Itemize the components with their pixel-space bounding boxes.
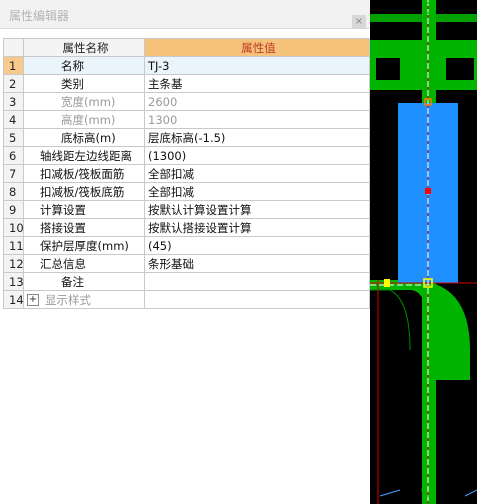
- foundation-opening: [376, 58, 400, 80]
- row-number: 5: [3, 128, 24, 147]
- row-number: 8: [3, 182, 24, 201]
- property-row-lap-settings[interactable]: 10 搭接设置 按默认搭接设置计算: [3, 218, 370, 237]
- property-row-axis-offset[interactable]: 6 轴线距左边线距离 (1300): [3, 146, 370, 165]
- property-row-bottom-elevation[interactable]: 5 底标高(m) 层底标高(-1.5): [3, 128, 370, 147]
- property-label: 底标高(m): [23, 128, 145, 147]
- property-grid: 属性名称 属性值 1 名称 TJ-3 2 类别 主条基 3 宽度(mm) 260…: [3, 38, 370, 309]
- row-number: 10: [3, 218, 24, 237]
- row-number: 2: [3, 74, 24, 93]
- row-number: 11: [3, 236, 24, 255]
- window-title: 属性编辑器: [9, 9, 70, 23]
- property-row-category[interactable]: 2 类别 主条基: [3, 74, 370, 93]
- property-value-input[interactable]: TJ-3: [144, 56, 370, 75]
- property-value-input[interactable]: 条形基础: [144, 254, 370, 273]
- property-label: 轴线距左边线距离: [23, 146, 145, 165]
- property-label: 计算设置: [23, 200, 145, 219]
- header-row: 属性名称 属性值: [3, 38, 370, 57]
- property-value-input[interactable]: 层底标高(-1.5): [144, 128, 370, 147]
- property-value-input[interactable]: 按默认计算设置计算: [144, 200, 370, 219]
- property-row-deduct-top[interactable]: 7 扣减板/筏板面筋 全部扣减: [3, 164, 370, 183]
- corner-cell: [3, 38, 24, 57]
- row-number: 9: [3, 200, 24, 219]
- property-value-input[interactable]: 1300: [144, 110, 370, 129]
- property-value-input[interactable]: (45): [144, 236, 370, 255]
- property-value-input[interactable]: 全部扣减: [144, 182, 370, 201]
- property-value-input[interactable]: [144, 290, 370, 309]
- property-row-display-style[interactable]: 14 + 显示样式: [3, 290, 370, 309]
- property-label: 高度(mm): [23, 110, 145, 129]
- property-row-cover-thickness[interactable]: 11 保护层厚度(mm) (45): [3, 236, 370, 255]
- property-label: 搭接设置: [23, 218, 145, 237]
- property-row-name[interactable]: 1 名称 TJ-3: [3, 56, 370, 75]
- property-value-input[interactable]: 按默认搭接设置计算: [144, 218, 370, 237]
- expand-icon[interactable]: +: [27, 294, 39, 306]
- property-row-deduct-bottom[interactable]: 8 扣减板/筏板底筋 全部扣减: [3, 182, 370, 201]
- row-number: 12: [3, 254, 24, 273]
- property-value-input[interactable]: 主条基: [144, 74, 370, 93]
- property-row-summary-info[interactable]: 12 汇总信息 条形基础: [3, 254, 370, 273]
- property-label: 备注: [23, 272, 145, 291]
- property-label: 汇总信息: [23, 254, 145, 273]
- row-number: 6: [3, 146, 24, 165]
- group-label-text: 显示样式: [45, 292, 91, 307]
- row-number: 7: [3, 164, 24, 183]
- property-editor-panel: 属性编辑器 × 属性名称 属性值 1 名称 TJ-3 2 类别 主条基 3 宽度…: [0, 0, 370, 504]
- property-label: 扣减板/筏板面筋: [23, 164, 145, 183]
- row-number: 3: [3, 92, 24, 111]
- title-bar: 属性编辑器 ×: [0, 0, 370, 29]
- row-number: 14: [3, 290, 24, 309]
- property-label: 扣减板/筏板底筋: [23, 182, 145, 201]
- header-property-name[interactable]: 属性名称: [23, 38, 145, 57]
- property-row-calc-settings[interactable]: 9 计算设置 按默认计算设置计算: [3, 200, 370, 219]
- property-row-width[interactable]: 3 宽度(mm) 2600: [3, 92, 370, 111]
- property-label: 名称: [23, 56, 145, 75]
- property-group-label: + 显示样式: [23, 290, 145, 309]
- foundation-opening: [446, 58, 474, 80]
- row-number: 13: [3, 272, 24, 291]
- close-button[interactable]: ×: [352, 15, 366, 29]
- property-label: 宽度(mm): [23, 92, 145, 111]
- header-property-value[interactable]: 属性值: [144, 38, 370, 57]
- property-label: 类别: [23, 74, 145, 93]
- row-number: 1: [3, 56, 24, 75]
- property-value-input[interactable]: 全部扣减: [144, 164, 370, 183]
- property-row-height[interactable]: 4 高度(mm) 1300: [3, 110, 370, 129]
- property-label: 保护层厚度(mm): [23, 236, 145, 255]
- grip-handle[interactable]: [384, 279, 390, 287]
- property-value-input[interactable]: (1300): [144, 146, 370, 165]
- property-row-remarks[interactable]: 13 备注: [3, 272, 370, 291]
- property-value-input[interactable]: [144, 272, 370, 291]
- drawing-canvas[interactable]: [370, 0, 477, 504]
- row-number: 4: [3, 110, 24, 129]
- grip-handle[interactable]: [425, 188, 431, 194]
- property-value-input[interactable]: 2600: [144, 92, 370, 111]
